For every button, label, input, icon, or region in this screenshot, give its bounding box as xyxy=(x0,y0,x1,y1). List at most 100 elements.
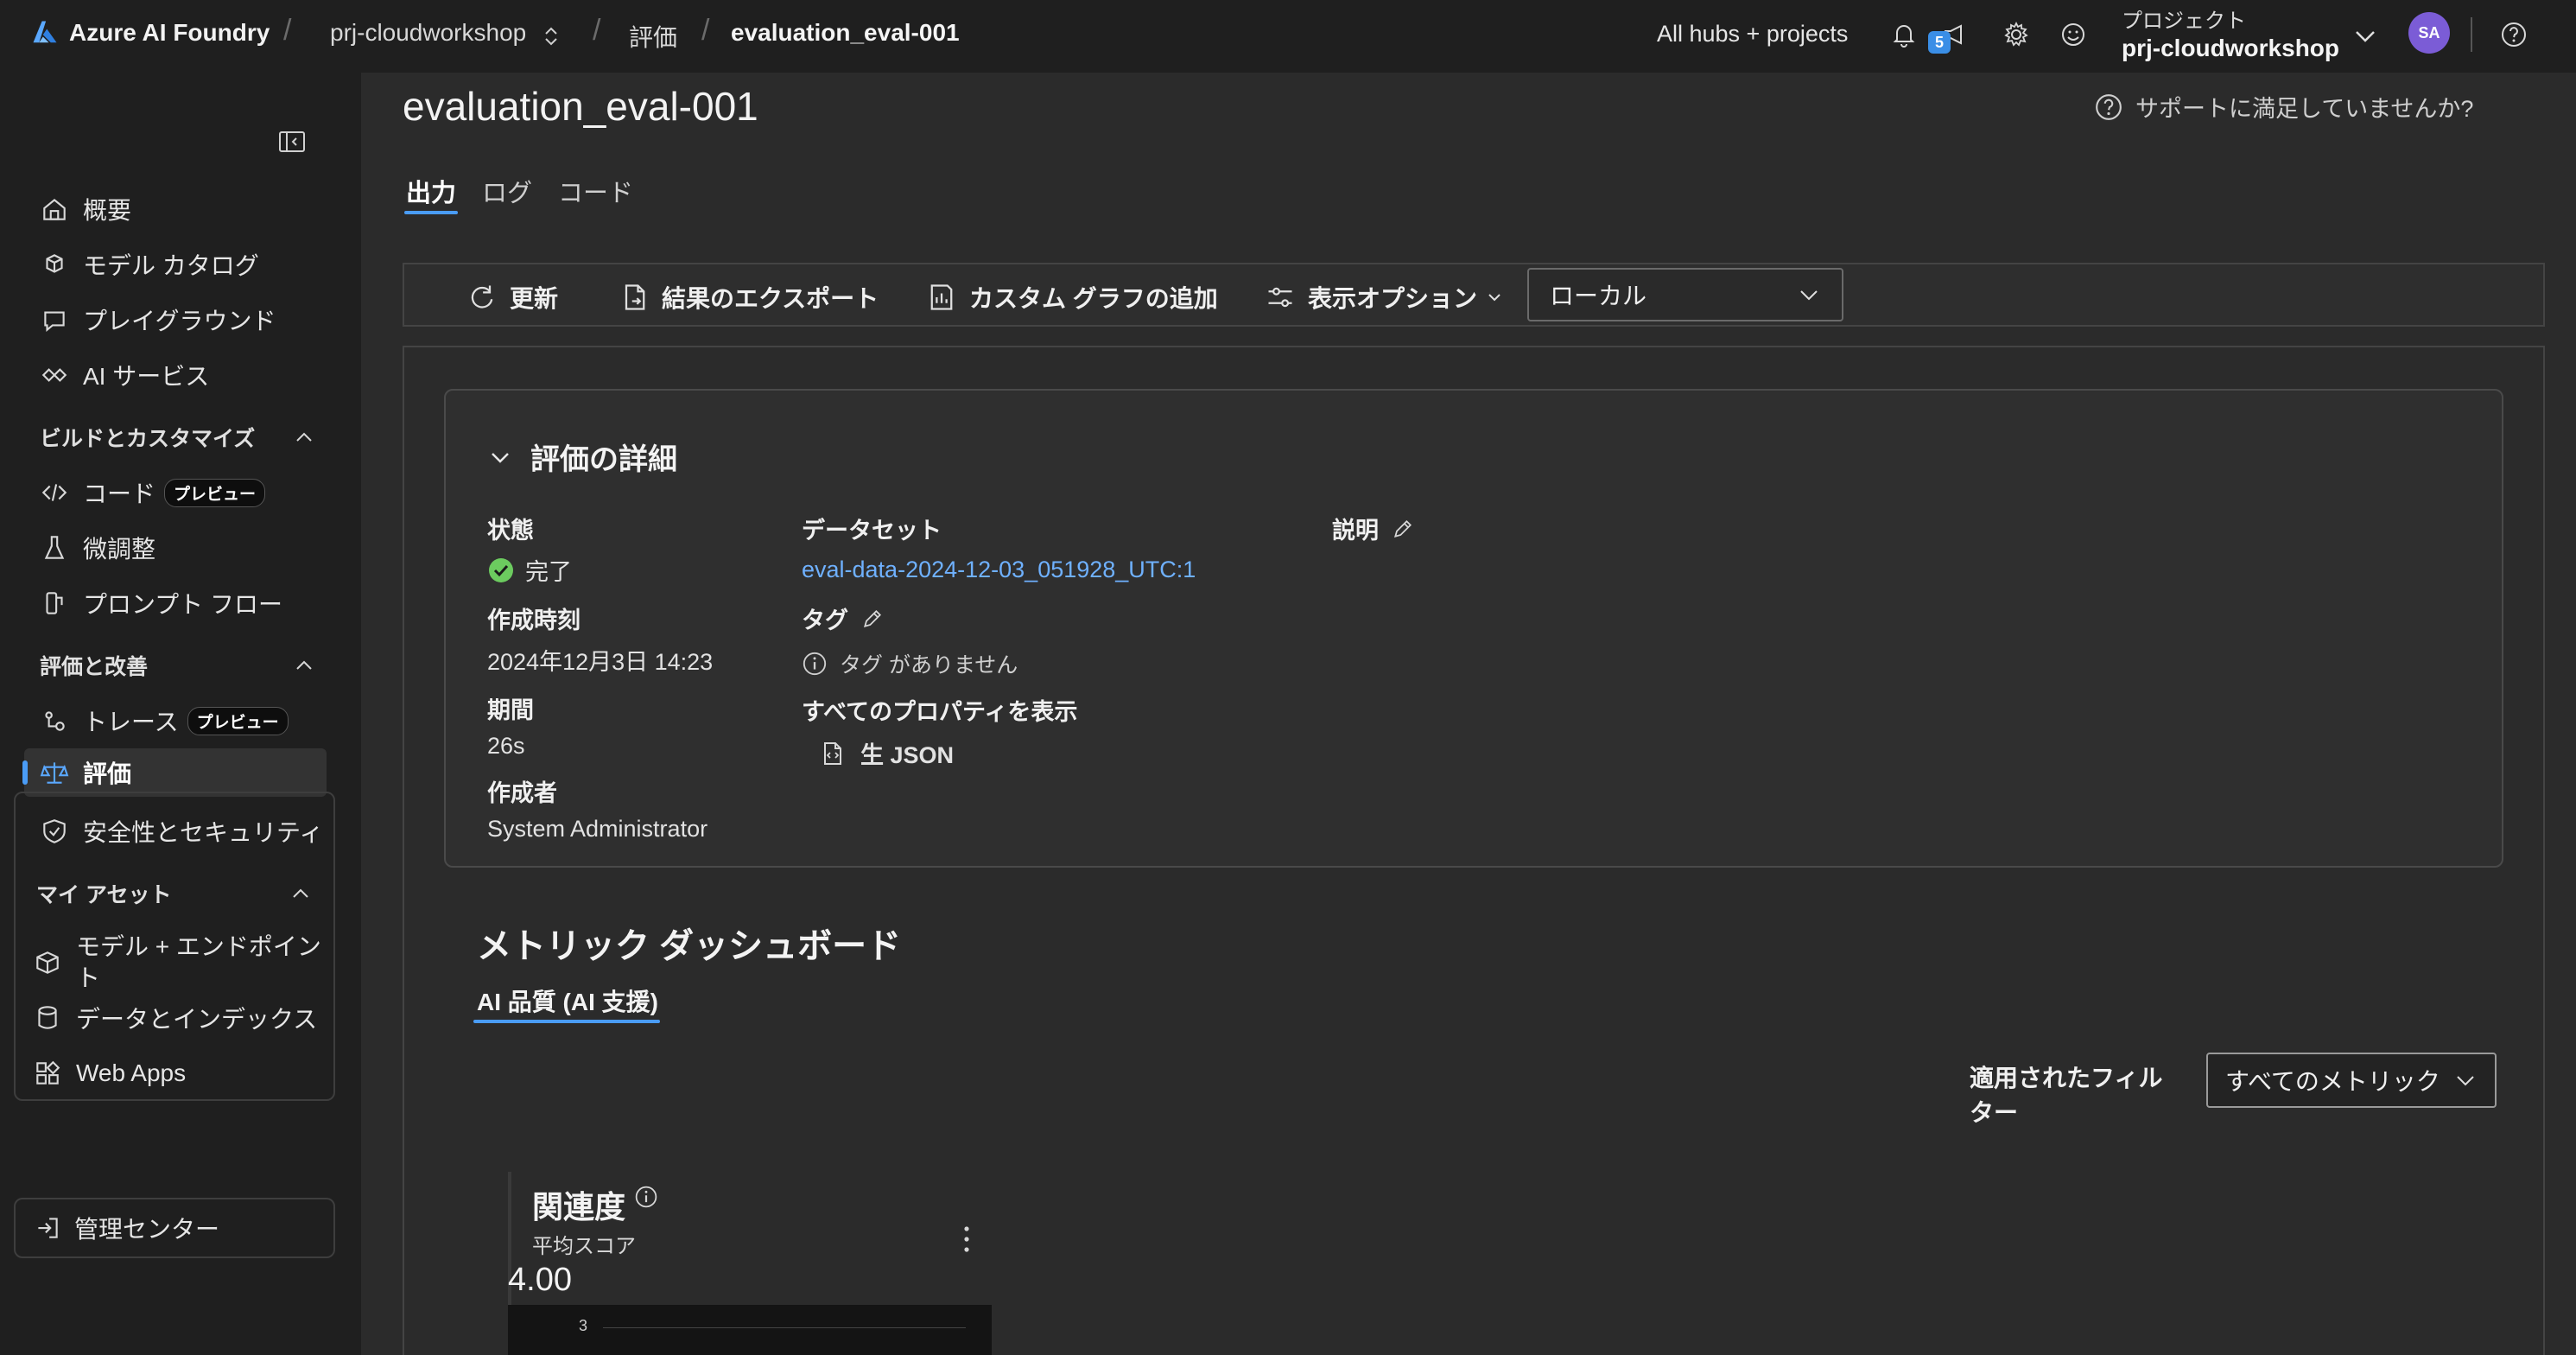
admin-center-button[interactable]: 管理センター xyxy=(14,1198,335,1258)
help-button[interactable] xyxy=(2497,17,2531,52)
chevron-up-icon xyxy=(296,660,312,670)
metric-mini-chart: 3 xyxy=(508,1305,992,1355)
sidebar-item-label: モデル + エンドポイント xyxy=(76,933,321,991)
raw-json-button[interactable]: 生 JSON xyxy=(819,736,954,770)
chart-add-icon xyxy=(930,284,953,310)
sidebar-item-code[interactable]: コード プレビュー xyxy=(40,468,342,517)
notification-count-badge: 5 xyxy=(1928,31,1951,54)
evaluation-details-header[interactable]: 評価の詳細 xyxy=(487,436,677,478)
project-name[interactable]: prj-cloudworkshop xyxy=(2122,35,2339,62)
info-icon[interactable] xyxy=(634,1185,658,1209)
sidebar-item-trace[interactable]: トレース プレビュー xyxy=(40,697,342,745)
settings-button[interactable] xyxy=(1999,17,2034,52)
tags-label: タグ xyxy=(802,608,848,633)
tab-ai-quality[interactable]: AI 品質 (AI 支援) xyxy=(477,983,658,1018)
database-icon xyxy=(38,1006,57,1029)
sidebar-item-label: 概要 xyxy=(83,197,132,224)
section-my-assets[interactable]: マイ アセット xyxy=(36,876,313,911)
brand-name: Azure AI Foundry xyxy=(69,19,270,46)
section-build-customize[interactable]: ビルドとカスタマイズ xyxy=(40,420,316,455)
sidebar-item-label: プロンプト フロー xyxy=(83,591,282,618)
all-hubs-link[interactable]: All hubs + projects xyxy=(1657,21,1848,48)
tab-logs[interactable]: ログ xyxy=(482,173,532,209)
export-results-label: 結果のエクスポート xyxy=(662,285,879,312)
chevron-down-icon[interactable] xyxy=(2351,22,2379,50)
support-feedback-text: サポートに満足していませんか? xyxy=(2135,96,2474,122)
sidebar-item-label: トレース xyxy=(83,709,179,735)
applied-filter-label: 適用されたフィルター xyxy=(1970,1065,2163,1126)
sidebar-item-label: 微調整 xyxy=(83,536,156,563)
author-value: System Administrator xyxy=(487,816,708,842)
apps-grid-icon xyxy=(36,1060,60,1085)
chevron-up-icon xyxy=(293,888,308,898)
sidebar-item-web-apps[interactable]: Web Apps xyxy=(33,1049,335,1097)
status-value: 完了 xyxy=(487,553,572,587)
tags-empty-row: タグ がありません xyxy=(802,648,1018,679)
tab-code[interactable]: コード xyxy=(558,173,633,209)
help-circle-icon xyxy=(2502,22,2526,47)
export-results-button[interactable]: 結果のエクスポート xyxy=(619,280,879,315)
chevron-up-icon xyxy=(296,432,312,442)
breadcrumb-project[interactable]: prj-cloudworkshop xyxy=(330,19,526,47)
sign-in-icon xyxy=(38,1218,58,1238)
metric-filter-select[interactable]: すべてのメトリック xyxy=(2206,1053,2497,1108)
chevron-down-icon xyxy=(1488,294,1501,302)
sidebar-item-playground[interactable]: プレイグラウンド xyxy=(40,296,342,344)
sidebar-item-data-indexes[interactable]: データとインデックス xyxy=(33,994,335,1042)
sidebar-item-models-endpoints[interactable]: モデル + エンドポイント xyxy=(33,928,327,997)
refresh-button[interactable]: 更新 xyxy=(466,280,558,315)
relevance-metric-card: 関連度 平均スコア 4.00 3 xyxy=(508,1172,992,1355)
sidebar-item-ai-services[interactable]: AI サービス xyxy=(40,351,342,399)
box-icon xyxy=(36,951,59,974)
sidebar-item-label: Web Apps xyxy=(76,1059,187,1086)
tags-empty-text: タグ がありません xyxy=(840,653,1018,678)
sidebar-item-fine-tuning[interactable]: 微調整 xyxy=(40,524,342,572)
feedback-button[interactable] xyxy=(2056,17,2091,52)
add-custom-chart-button[interactable]: カスタム グラフの追加 xyxy=(926,280,1218,315)
collapse-sidebar-icon[interactable] xyxy=(275,124,309,159)
dataset-link[interactable]: eval-data-2024-12-03_051928_UTC:1 xyxy=(802,557,1196,583)
breadcrumb-current: evaluation_eval-001 xyxy=(731,19,960,46)
toolbar: 更新 結果のエクスポート カスタム グラフの追加 表示オプション ローカル xyxy=(403,263,2545,327)
chevron-updown-icon[interactable] xyxy=(541,24,562,48)
flow-icon xyxy=(46,592,63,614)
sidebar-item-evaluation[interactable]: 評価 xyxy=(22,748,327,797)
brand-logo[interactable]: Azure AI Foundry xyxy=(29,17,270,48)
breadcrumb-separator: / xyxy=(701,14,710,47)
duration-label: 期間 xyxy=(487,697,534,723)
sliders-icon xyxy=(1268,287,1292,308)
home-icon xyxy=(43,199,66,220)
notification-button[interactable] xyxy=(1887,17,1921,52)
chevron-down-icon xyxy=(2457,1076,2474,1086)
pencil-icon[interactable] xyxy=(860,607,885,631)
breadcrumb-separator: / xyxy=(593,14,601,47)
tab-output[interactable]: 出力 xyxy=(406,173,456,209)
description-label-row: 説明 xyxy=(1332,512,1415,545)
more-vertical-icon[interactable] xyxy=(954,1222,980,1256)
sidebar-item-label: モデル カタログ xyxy=(83,252,259,279)
section-evaluate-improve[interactable]: 評価と改善 xyxy=(40,648,316,683)
location-select[interactable]: ローカル xyxy=(1527,268,1843,321)
author-label: 作成者 xyxy=(487,780,557,806)
divider xyxy=(2471,17,2472,52)
active-tab-indicator xyxy=(473,1020,660,1023)
section-label: マイ アセット xyxy=(36,883,172,907)
created-value: 2024年12月3日 14:23 xyxy=(487,649,714,675)
top-bar: Azure AI Foundry / prj-cloudworkshop / 評… xyxy=(0,0,2576,73)
breadcrumb-separator: / xyxy=(283,14,292,47)
chat-icon xyxy=(44,311,65,332)
support-feedback-link[interactable]: サポートに満足していませんか? xyxy=(2094,90,2473,124)
pencil-icon[interactable] xyxy=(1391,517,1415,541)
azure-logo-icon xyxy=(33,21,57,43)
sidebar-item-model-catalog[interactable]: モデル カタログ xyxy=(40,240,342,289)
view-options-button[interactable]: 表示オプション xyxy=(1265,280,1503,315)
gear-icon xyxy=(2004,21,2028,47)
chart-tick-label: 3 xyxy=(579,1317,588,1334)
user-avatar[interactable]: SA xyxy=(2408,12,2450,54)
tags-label-row: タグ xyxy=(802,601,885,635)
sidebar-item-prompt-flow[interactable]: プロンプト フロー xyxy=(40,579,342,627)
location-select-value: ローカル xyxy=(1550,283,1647,309)
sidebar-item-overview[interactable]: 概要 xyxy=(40,185,342,233)
smiley-icon xyxy=(2062,23,2084,46)
breadcrumb-section[interactable]: 評価 xyxy=(629,19,677,54)
